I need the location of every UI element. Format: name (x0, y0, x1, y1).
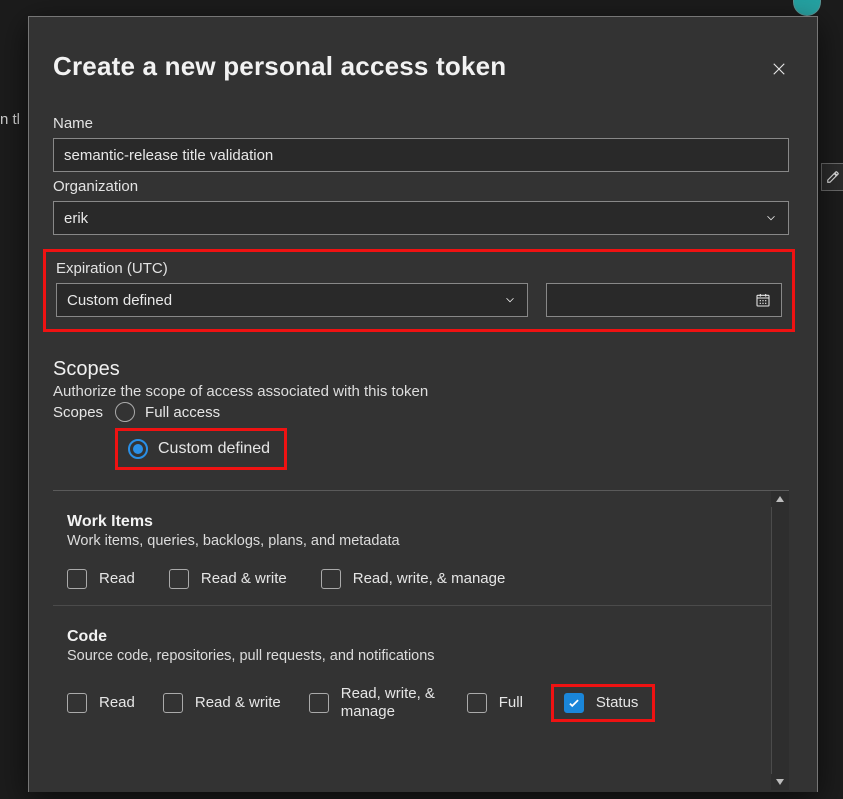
checkbox[interactable] (169, 569, 189, 589)
scopes-heading: Scopes (53, 358, 789, 381)
close-button[interactable] (761, 51, 797, 87)
checkbox[interactable] (309, 693, 329, 713)
work-items-read[interactable]: Read (67, 569, 135, 589)
scope-group-work-items: Work Items Work items, queries, backlogs… (53, 491, 771, 606)
code-status[interactable]: Status (564, 693, 639, 713)
calendar-icon (755, 292, 771, 308)
expiration-date-input[interactable] (546, 283, 782, 317)
scopes-radio-label: Scopes (53, 404, 103, 421)
checkbox[interactable] (67, 569, 87, 589)
name-label: Name (53, 115, 789, 132)
expiration-label: Expiration (UTC) (56, 260, 782, 277)
dialog-header: Create a new personal access token (53, 51, 807, 87)
checkbox[interactable] (467, 693, 487, 713)
perm-label: Full (499, 694, 523, 712)
radio-custom-defined[interactable] (128, 439, 148, 459)
expiration-highlight: Expiration (UTC) Custom defined (43, 249, 795, 332)
scopes-scroll-region: Work Items Work items, queries, backlogs… (53, 490, 789, 790)
scroll-down-button[interactable] (771, 774, 789, 790)
perm-label: Read, write, & manage (353, 570, 506, 588)
perm-label: Read & write (195, 694, 281, 712)
work-items-title: Work Items (67, 513, 771, 531)
expiration-select[interactable]: Custom defined (56, 283, 528, 317)
checkbox[interactable] (163, 693, 183, 713)
checkbox[interactable] (67, 693, 87, 713)
perm-label: Read (99, 570, 135, 588)
perm-label: Status (596, 694, 639, 712)
edit-button[interactable] (821, 163, 843, 191)
organization-label: Organization (53, 178, 789, 195)
background-text: n tl (0, 110, 26, 130)
full-access-label: Full access (145, 404, 220, 421)
chevron-down-icon (764, 211, 778, 225)
organization-select[interactable]: erik (53, 201, 789, 235)
work-items-desc: Work items, queries, backlogs, plans, an… (67, 533, 771, 549)
work-items-read-write-manage[interactable]: Read, write, & manage (321, 569, 506, 589)
work-items-read-write[interactable]: Read & write (169, 569, 287, 589)
code-read[interactable]: Read (67, 693, 135, 713)
perm-label: Read (99, 694, 135, 712)
scopes-subheading: Authorize the scope of access associated… (53, 383, 789, 400)
expiration-value: Custom defined (67, 292, 172, 309)
organization-value: erik (64, 210, 88, 227)
create-pat-dialog: Create a new personal access token Name … (28, 16, 818, 792)
scroll-up-button[interactable] (771, 491, 789, 507)
checkbox[interactable] (564, 693, 584, 713)
chevron-down-icon (503, 293, 517, 307)
scrollbar[interactable] (771, 491, 789, 790)
perm-label: Read & write (201, 570, 287, 588)
close-icon (770, 60, 788, 78)
custom-defined-highlight: Custom defined (115, 428, 287, 470)
code-full[interactable]: Full (467, 693, 523, 713)
code-title: Code (67, 628, 771, 646)
radio-full-access[interactable] (115, 402, 135, 422)
code-read-write[interactable]: Read & write (163, 693, 281, 713)
checkbox[interactable] (321, 569, 341, 589)
code-read-write-manage[interactable]: Read, write, & manage (309, 685, 439, 721)
custom-defined-label: Custom defined (158, 440, 270, 458)
dialog-title: Create a new personal access token (53, 51, 506, 82)
check-icon (567, 696, 581, 710)
avatar[interactable] (793, 0, 821, 16)
name-input[interactable] (53, 138, 789, 172)
perm-label: Read, write, & manage (341, 685, 439, 721)
code-status-highlight: Status (551, 684, 656, 722)
scope-group-code: Code Source code, repositories, pull req… (53, 606, 771, 738)
code-desc: Source code, repositories, pull requests… (67, 648, 771, 664)
